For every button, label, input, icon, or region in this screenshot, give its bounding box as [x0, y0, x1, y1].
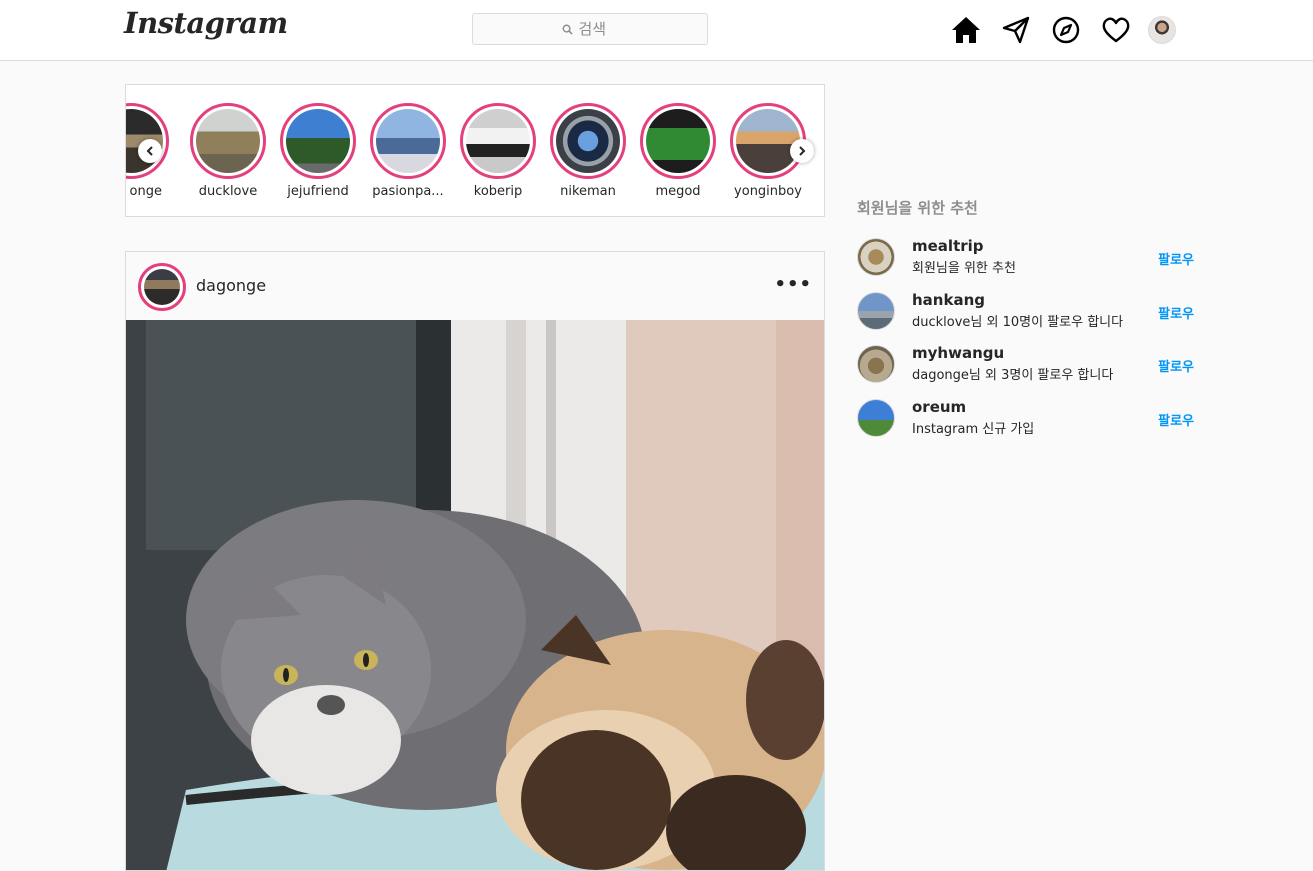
story-avatar — [466, 109, 530, 173]
story-avatar — [286, 109, 350, 173]
more-options-icon[interactable]: ••• — [774, 274, 812, 295]
story-username: onge — [129, 184, 162, 199]
story-ring — [190, 103, 266, 179]
instagram-logo[interactable]: Instagram — [124, 6, 288, 40]
recommendation-item: hankang ducklove님 외 10명이 팔로우 합니다 팔로우 — [857, 291, 1197, 331]
recommendation-item: myhwangu dagonge님 외 3명이 팔로우 합니다 팔로우 — [857, 344, 1197, 384]
story-avatar — [196, 109, 260, 173]
recommendation-avatar[interactable] — [857, 399, 895, 437]
search-icon — [562, 24, 573, 35]
recommendation-description: 회원님을 위한 추천 — [912, 261, 1016, 276]
post-image[interactable] — [126, 320, 824, 870]
follow-button[interactable]: 팔로우 — [1158, 410, 1194, 429]
story-item[interactable]: jejufriend — [273, 103, 363, 199]
follow-button[interactable]: 팔로우 — [1158, 356, 1194, 375]
story-item[interactable]: nikeman — [543, 103, 633, 199]
follow-button[interactable]: 팔로우 — [1158, 249, 1194, 268]
story-ring — [460, 103, 536, 179]
search-input[interactable] — [578, 20, 619, 38]
story-item[interactable]: ducklove — [183, 103, 273, 199]
chevron-right-icon — [799, 146, 806, 156]
recommendation-description: ducklove님 외 10명이 팔로우 합니다 — [912, 315, 1124, 330]
story-ring — [640, 103, 716, 179]
story-username: jejufriend — [287, 184, 349, 199]
story-avatar — [736, 109, 800, 173]
home-icon[interactable] — [948, 12, 984, 48]
recommendation-username[interactable]: mealtrip — [912, 237, 984, 255]
recommendation-description: Instagram 신규 가입 — [912, 422, 1035, 437]
story-ring — [550, 103, 626, 179]
explore-icon[interactable] — [1048, 12, 1084, 48]
heart-icon[interactable] — [1098, 12, 1134, 48]
story-item[interactable]: megod — [633, 103, 723, 199]
story-avatar — [376, 109, 440, 173]
post-header: dagonge ••• — [126, 252, 824, 320]
story-username: megod — [655, 184, 701, 199]
story-username: pasionpa... — [372, 184, 444, 199]
top-navigation-bar: Instagram — [0, 0, 1313, 61]
story-ring — [280, 103, 356, 179]
recommendation-avatar[interactable] — [857, 292, 895, 330]
recommendation-description: dagonge님 외 3명이 팔로우 합니다 — [912, 368, 1114, 383]
story-avatar — [646, 109, 710, 173]
follow-button[interactable]: 팔로우 — [1158, 303, 1194, 322]
post-author-avatar[interactable] — [138, 263, 186, 311]
recommendation-username[interactable]: myhwangu — [912, 344, 1004, 362]
recommendation-item: oreum Instagram 신규 가입 팔로우 — [857, 398, 1197, 438]
story-username: yonginboy — [734, 184, 802, 199]
story-avatar — [556, 109, 620, 173]
chevron-left-icon — [146, 146, 153, 156]
story-item[interactable]: pasionpa... — [363, 103, 453, 199]
recommendation-avatar[interactable] — [857, 238, 895, 276]
story-username: koberip — [473, 184, 523, 199]
story-item[interactable]: koberip — [453, 103, 543, 199]
recommendation-item: mealtrip 회원님을 위한 추천 팔로우 — [857, 237, 1197, 277]
stories-tray: onge ducklove jejufriend pasionpa... kob… — [125, 84, 825, 217]
nav-icon-group — [948, 12, 1176, 48]
stories-next-button[interactable] — [790, 139, 814, 163]
direct-message-icon[interactable] — [998, 12, 1034, 48]
profile-avatar[interactable] — [1148, 16, 1176, 44]
post-author-username[interactable]: dagonge — [196, 276, 266, 295]
recommendations-title: 회원님을 위한 추천 — [857, 199, 978, 217]
recommendation-username[interactable]: hankang — [912, 291, 985, 309]
story-username: nikeman — [560, 184, 616, 199]
story-username: ducklove — [198, 184, 258, 199]
recommendation-avatar[interactable] — [857, 345, 895, 383]
recommendation-username[interactable]: oreum — [912, 398, 966, 416]
stories-prev-button[interactable] — [138, 139, 162, 163]
search-box[interactable] — [472, 13, 708, 45]
feed-post: dagonge ••• — [125, 251, 825, 871]
story-ring — [370, 103, 446, 179]
